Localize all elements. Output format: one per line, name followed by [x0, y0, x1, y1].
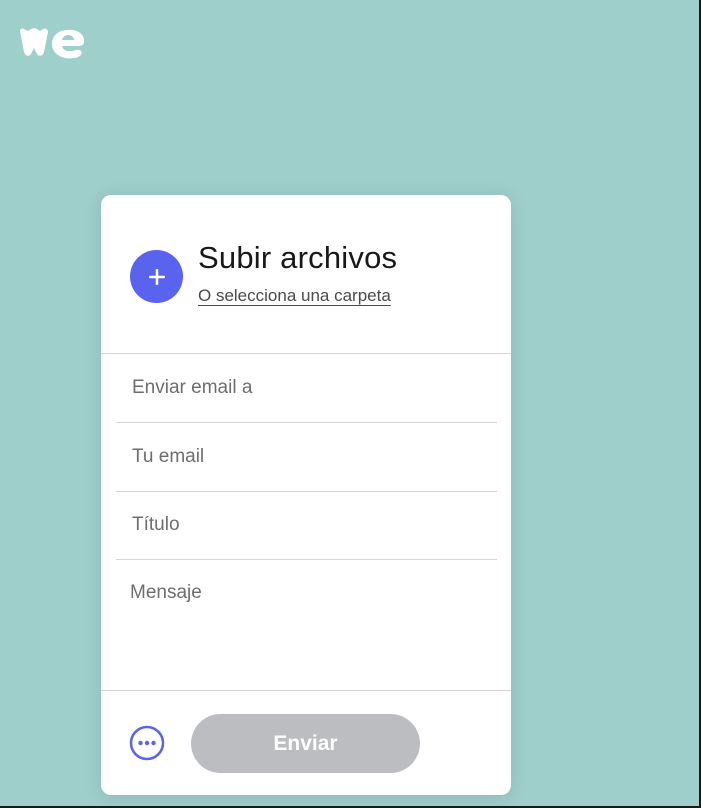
email-to-input[interactable] — [116, 354, 497, 422]
transfer-panel: Subir archivos O selecciona una carpeta … — [101, 195, 511, 795]
upload-title: Subir archivos — [198, 240, 398, 275]
wetransfer-logo-icon[interactable] — [18, 26, 86, 60]
your-email-input[interactable] — [116, 423, 497, 491]
message-input[interactable] — [116, 560, 497, 690]
more-options-icon[interactable] — [129, 725, 165, 761]
email-to-field-row — [116, 354, 497, 423]
panel-footer: Enviar — [101, 690, 511, 796]
send-button[interactable]: Enviar — [191, 714, 420, 773]
plus-icon — [148, 268, 165, 285]
select-folder-link[interactable]: O selecciona una carpeta — [198, 286, 391, 306]
upload-section: Subir archivos O selecciona una carpeta — [101, 195, 511, 354]
title-field-row — [116, 491, 497, 560]
message-field-row — [116, 560, 497, 690]
your-email-field-row — [116, 423, 497, 492]
title-input[interactable] — [116, 491, 497, 559]
add-files-button[interactable] — [130, 250, 183, 303]
